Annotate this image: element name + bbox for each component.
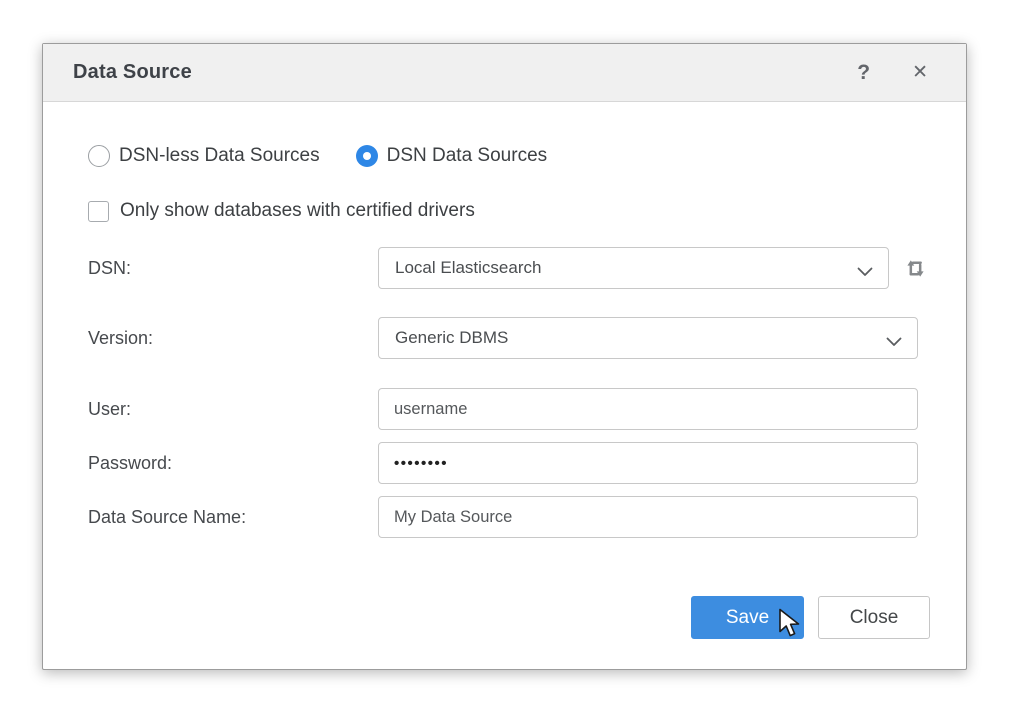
data-source-name-label: Data Source Name:: [88, 496, 378, 538]
close-button[interactable]: Close: [818, 596, 930, 639]
radio-dsn-less-data-sources[interactable]: DSN-less Data Sources: [88, 145, 320, 167]
user-row: User:: [88, 388, 918, 430]
dialog-title: Data Source: [73, 61, 857, 84]
data-source-name-input[interactable]: [378, 496, 918, 538]
certified-drivers-checkbox[interactable]: [88, 201, 109, 222]
dialog-header: Data Source ? ✕: [43, 44, 966, 102]
radio-label: DSN Data Sources: [387, 145, 548, 167]
radio-unselected-icon[interactable]: [88, 145, 110, 167]
version-select[interactable]: Generic DBMS: [378, 317, 918, 359]
dsn-row: DSN: Local Elasticsearch: [88, 247, 929, 289]
password-input[interactable]: [378, 442, 918, 484]
version-selected-value: Generic DBMS: [379, 328, 508, 348]
chevron-down-icon: [886, 334, 902, 352]
certified-drivers-label: Only show databases with certified drive…: [120, 200, 475, 222]
dsn-select[interactable]: Local Elasticsearch: [378, 247, 889, 289]
chevron-down-icon: [857, 264, 873, 282]
refresh-icon[interactable]: [902, 255, 929, 282]
version-row: Version: Generic DBMS: [88, 317, 918, 359]
help-icon[interactable]: ?: [857, 62, 870, 83]
user-input[interactable]: [378, 388, 918, 430]
version-label: Version:: [88, 317, 378, 359]
close-icon[interactable]: ✕: [912, 63, 928, 82]
certified-drivers-row: Only show databases with certified drive…: [88, 198, 475, 224]
user-label: User:: [88, 388, 378, 430]
radio-dsn-data-sources[interactable]: DSN Data Sources: [356, 145, 548, 167]
data-source-dialog: Data Source ? ✕ DSN-less Data Sources DS…: [42, 43, 967, 670]
password-row: Password:: [88, 442, 918, 484]
password-label: Password:: [88, 442, 378, 484]
dsn-mode-radio-group: DSN-less Data Sources DSN Data Sources: [88, 143, 547, 169]
data-source-name-row: Data Source Name:: [88, 496, 918, 538]
radio-label: DSN-less Data Sources: [119, 145, 320, 167]
screen: Data Source ? ✕ DSN-less Data Sources DS…: [0, 0, 1009, 713]
radio-selected-icon[interactable]: [356, 145, 378, 167]
dsn-label: DSN:: [88, 247, 378, 289]
dsn-selected-value: Local Elasticsearch: [379, 258, 541, 278]
save-button[interactable]: Save: [691, 596, 804, 639]
